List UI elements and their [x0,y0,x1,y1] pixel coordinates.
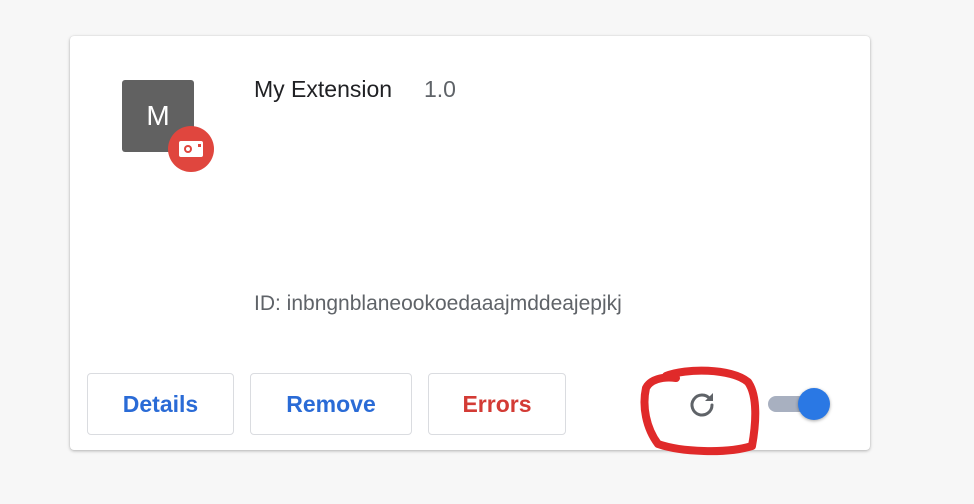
toggle-knob [798,388,830,420]
errors-button[interactable]: Errors [428,373,566,435]
reload-button[interactable] [686,388,718,420]
extension-icon-letter: M [146,100,170,131]
extension-id: ID: inbngnblaneookoedaaajmddeajepjkj [254,292,622,315]
extension-version: 1.0 [424,76,456,102]
enable-toggle[interactable] [766,388,832,420]
camera-badge-icon [168,126,214,172]
remove-button[interactable]: Remove [250,373,412,435]
extension-name: My Extension [254,76,393,102]
reload-icon [690,393,714,417]
details-button[interactable]: Details [87,373,234,435]
